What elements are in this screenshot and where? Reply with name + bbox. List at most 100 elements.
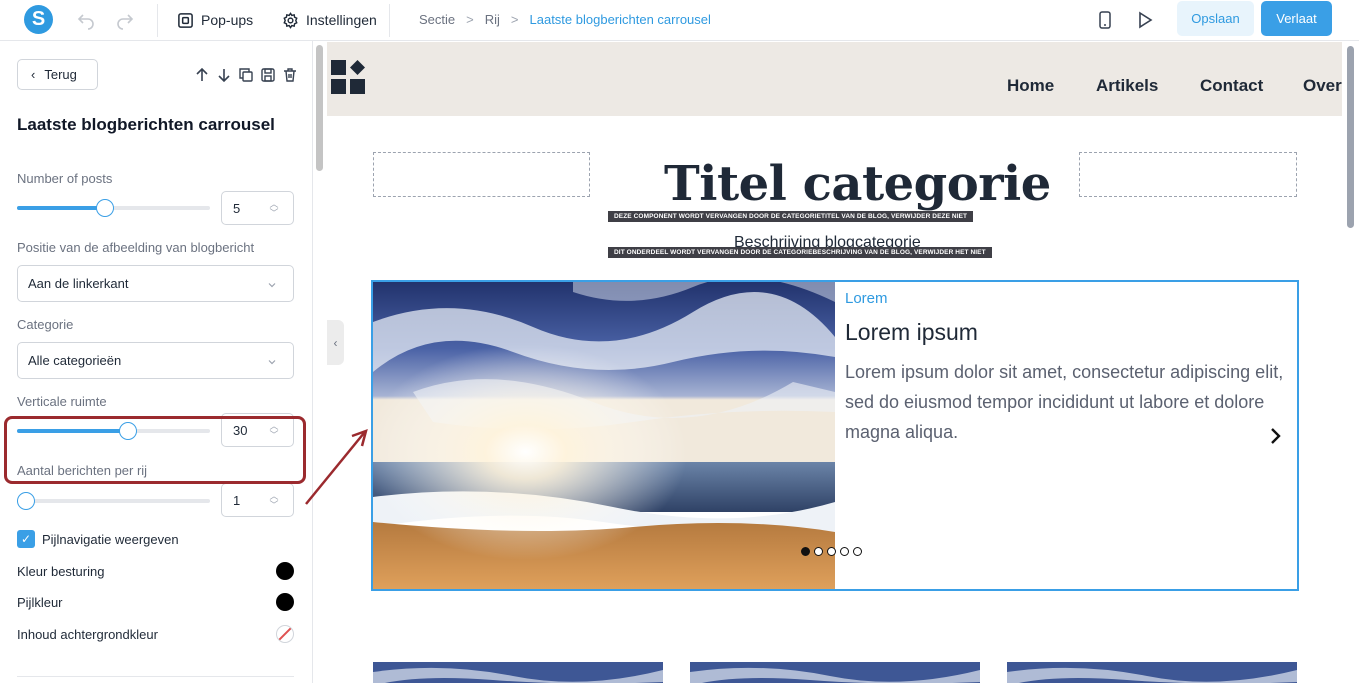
breadcrumb-section[interactable]: Sectie	[419, 12, 455, 27]
mobile-preview-icon[interactable]	[1095, 10, 1115, 30]
post-category[interactable]: Lorem	[845, 290, 888, 307]
post-thumbnail[interactable]	[690, 662, 980, 683]
control-color-swatch[interactable]	[276, 562, 294, 580]
top-toolbar: S Pop-ups Instellingen Sectie > Rij > La…	[0, 0, 1359, 41]
carousel-dot[interactable]	[853, 547, 862, 556]
control-color-row: Kleur besturing	[17, 562, 294, 580]
vertical-space-label: Verticale ruimte	[17, 394, 107, 409]
placeholder-box-left[interactable]	[373, 152, 590, 197]
save-component-icon[interactable]	[260, 67, 276, 83]
posts-count-slider[interactable]	[17, 199, 210, 217]
settings-button[interactable]: Instellingen	[282, 10, 377, 30]
page-canvas: Home Artikels Contact Over Titel categor…	[327, 42, 1342, 683]
control-color-label: Kleur besturing	[17, 564, 105, 579]
image-position-value: Aan de linkerkant	[28, 276, 129, 291]
breadcrumb: Sectie > Rij > Laatste blogberichten car…	[419, 12, 711, 27]
post-excerpt: Lorem ipsum dolor sit amet, consectetur …	[845, 362, 1284, 442]
slider-knob[interactable]	[96, 199, 114, 217]
leave-button[interactable]: Verlaat	[1261, 1, 1332, 36]
slider-fill	[17, 206, 105, 210]
carousel-dot[interactable]	[814, 547, 823, 556]
placeholder-box-right[interactable]	[1079, 152, 1297, 197]
back-label: Terug	[44, 67, 77, 82]
undo-icon[interactable]	[76, 10, 96, 30]
nav-about[interactable]: Over	[1303, 76, 1342, 96]
checkbox-checked-icon[interactable]: ✓	[17, 530, 35, 548]
content-bg-label: Inhoud achtergrondkleur	[17, 627, 158, 642]
category-select[interactable]: Alle categorieën	[17, 342, 294, 379]
popups-button[interactable]: Pop-ups	[177, 10, 253, 30]
carousel-dot[interactable]	[827, 547, 836, 556]
chevron-left-icon: ‹	[31, 67, 36, 82]
post-image[interactable]	[373, 282, 835, 589]
component-title: Laatste blogberichten carrousel	[17, 115, 275, 134]
posts-count-value: 5	[233, 200, 241, 216]
chevron-right-icon: >	[510, 12, 519, 27]
category-title: Titel categorie	[664, 156, 1051, 212]
breadcrumb-row[interactable]: Rij	[485, 12, 500, 27]
site-header: Home Artikels Contact Over	[327, 42, 1342, 116]
post-thumbnail[interactable]	[373, 662, 663, 683]
stepper-icon[interactable]: ︿ ﹀	[268, 200, 280, 218]
post-thumbnail[interactable]	[1007, 662, 1297, 683]
category-value: Alle categorieën	[28, 353, 122, 368]
arrow-navigation-label: Pijlnavigatie weergeven	[42, 531, 179, 547]
site-logo-icon	[331, 60, 365, 94]
settings-label: Instellingen	[306, 12, 377, 28]
no-color-swatch[interactable]	[276, 625, 294, 643]
sidebar-scrollbar[interactable]	[316, 45, 323, 171]
description-notice-badge: DIT ONDERDEEL WORDT VERVANGEN DOOR DE CA…	[608, 247, 992, 258]
logo-letter: S	[31, 8, 46, 30]
gear-icon	[283, 11, 298, 29]
toolbar-divider	[157, 4, 158, 37]
slider-knob[interactable]	[17, 492, 35, 510]
move-up-icon[interactable]	[194, 67, 210, 83]
category-label: Categorie	[17, 317, 74, 332]
breadcrumb-current: Laatste blogberichten carrousel	[529, 12, 711, 27]
posts-per-row-input[interactable]: 1 ︿ ﹀	[221, 483, 294, 517]
arrow-navigation-toggle[interactable]: ✓ Pijlnavigatie weergeven	[17, 530, 179, 548]
chevron-right-icon: >	[466, 12, 474, 27]
arrow-color-row: Pijlkleur	[17, 593, 294, 611]
posts-count-input[interactable]: 5 ︿ ﹀	[221, 191, 294, 225]
app-logo[interactable]: S	[24, 5, 53, 34]
nav-home[interactable]: Home	[1007, 76, 1054, 96]
posts-per-row-slider[interactable]	[17, 492, 210, 510]
move-down-icon[interactable]	[216, 67, 232, 83]
image-position-label: Positie van de afbeelding van blogberich…	[17, 240, 255, 255]
back-button[interactable]: ‹ Terug	[17, 59, 98, 90]
highlight-box	[4, 416, 306, 484]
arrow-color-label: Pijlkleur	[17, 595, 63, 610]
title-notice-badge: DEZE COMPONENT WORDT VERVANGEN DOOR DE C…	[608, 211, 974, 222]
posts-per-row-value: 1	[233, 492, 241, 508]
arrow-color-swatch[interactable]	[276, 593, 294, 611]
nav-contact[interactable]: Contact	[1200, 76, 1263, 96]
image-position-select[interactable]: Aan de linkerkant	[17, 265, 294, 302]
nav-articles[interactable]: Artikels	[1096, 76, 1158, 96]
stepper-icon[interactable]: ︿ ﹀	[268, 492, 280, 510]
duplicate-icon[interactable]	[238, 67, 254, 83]
blog-carousel[interactable]: Lorem Lorem ipsum Lorem ipsum dolor sit …	[371, 280, 1299, 591]
redo-icon[interactable]	[115, 10, 135, 30]
collapse-sidebar-button[interactable]: ‹	[327, 320, 344, 365]
carousel-dot[interactable]	[801, 547, 810, 556]
chevron-left-icon: ‹	[333, 335, 338, 350]
canvas-scrollbar[interactable]	[1347, 46, 1354, 228]
content-bg-row: Inhoud achtergrondkleur	[17, 625, 294, 643]
settings-sidebar: ‹ Terug Laatste blogberichten carrousel …	[0, 41, 313, 683]
play-preview-icon[interactable]	[1135, 10, 1155, 30]
component-tools	[194, 67, 298, 83]
posts-count-label: Number of posts	[17, 171, 113, 186]
delete-icon[interactable]	[282, 67, 298, 83]
chevron-down-icon	[267, 278, 277, 288]
carousel-dots	[801, 547, 862, 556]
popups-label: Pop-ups	[201, 12, 254, 28]
chevron-down-icon	[267, 355, 277, 365]
sidebar-divider	[17, 676, 294, 677]
popup-icon	[178, 12, 193, 28]
toolbar-divider	[389, 4, 390, 37]
chevron-right-icon[interactable]	[1268, 426, 1284, 446]
save-button[interactable]: Opslaan	[1177, 1, 1254, 36]
carousel-dot[interactable]	[840, 547, 849, 556]
post-title[interactable]: Lorem ipsum	[845, 319, 978, 346]
